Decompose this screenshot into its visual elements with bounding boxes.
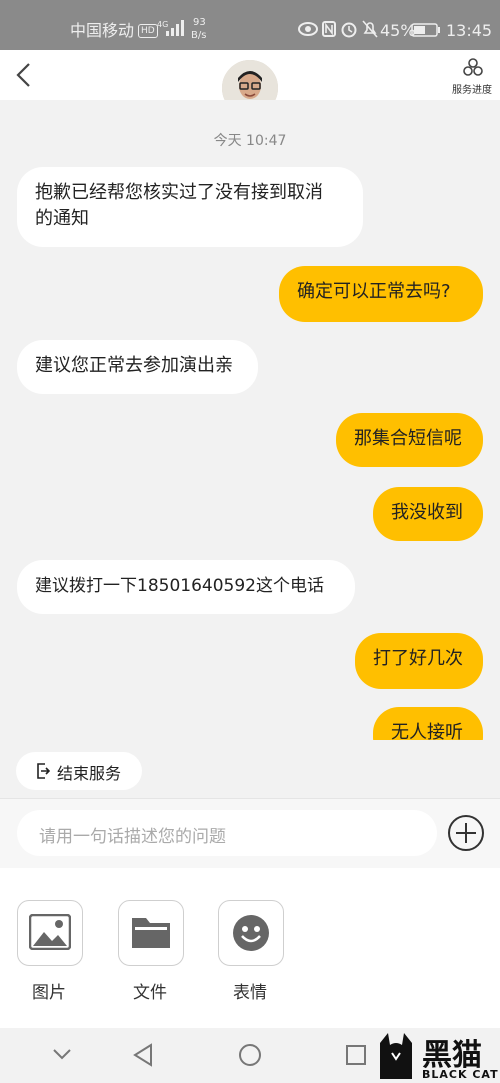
- nav-recents-icon[interactable]: [346, 1045, 366, 1065]
- message-input[interactable]: 请用一句话描述您的问题: [17, 810, 437, 856]
- service-progress-icon[interactable]: [462, 57, 484, 77]
- clock: 13:45: [446, 21, 493, 40]
- alarm-icon: [341, 22, 357, 38]
- watermark: 黑猫 BLACK CAT: [374, 1028, 500, 1083]
- image-icon: [29, 914, 71, 950]
- image-tool-label: 图片: [32, 983, 66, 1003]
- message-bubble-right[interactable]: 打了好几次: [355, 633, 483, 689]
- message-bubble-left[interactable]: 抱歉已经帮您核实过了没有接到取消 的通知: [17, 167, 363, 247]
- plus-button[interactable]: [447, 814, 485, 852]
- folder-icon: [132, 918, 170, 948]
- emoji-icon: [233, 915, 269, 951]
- chat-timestamp: 今天 10:47: [213, 133, 287, 149]
- signal-icon: [166, 20, 184, 36]
- file-tool-button[interactable]: [118, 900, 184, 966]
- service-progress-label[interactable]: 服务进度: [452, 81, 492, 96]
- message-input-placeholder: 请用一句话描述您的问题: [39, 827, 226, 847]
- speed-unit: B/s: [191, 30, 207, 41]
- nav-back-icon[interactable]: [132, 1043, 154, 1067]
- message-bubble-right[interactable]: 我没收到: [373, 487, 483, 541]
- black-cat-logo-icon: [380, 1033, 412, 1079]
- emoji-tool-label: 表情: [233, 983, 267, 1003]
- message-bubble-right[interactable]: 那集合短信呢: [336, 413, 483, 467]
- message-bubble-right[interactable]: 无人接听: [373, 707, 483, 740]
- watermark-en: BLACK CAT: [422, 1068, 499, 1081]
- chat-area[interactable]: 今天 10:47 抱歉已经帮您核实过了没有接到取消 的通知 确定可以正常去吗? …: [0, 100, 500, 740]
- image-tool-button[interactable]: [17, 900, 83, 966]
- file-tool-label: 文件: [133, 983, 167, 1003]
- status-bar: 中国移动 HD 4G 93 B/s 45% 13:45: [0, 0, 500, 50]
- hd-badge: HD: [138, 24, 158, 38]
- end-service-button[interactable]: 结束服务: [16, 752, 142, 790]
- message-bubble-right[interactable]: 确定可以正常去吗?: [279, 266, 483, 322]
- exit-icon: [37, 763, 50, 779]
- chat-header: 服务进度: [0, 50, 500, 118]
- eye-icon: [298, 22, 318, 36]
- nav-home-icon[interactable]: [238, 1043, 262, 1067]
- speed-value: 93: [193, 17, 206, 28]
- end-service-label: 结束服务: [57, 764, 122, 783]
- message-bubble-left[interactable]: 建议您正常去参加演出亲: [17, 340, 258, 394]
- attachment-panel: 图片 文件 表情: [0, 868, 500, 1028]
- nav-down-icon[interactable]: [52, 1048, 72, 1062]
- emoji-tool-button[interactable]: [218, 900, 284, 966]
- mute-bell-icon: [362, 20, 378, 38]
- nfc-icon: [322, 21, 336, 37]
- battery-icon: [411, 23, 440, 37]
- back-button[interactable]: [14, 62, 34, 88]
- carrier-label: 中国移动: [70, 21, 135, 40]
- message-bubble-left[interactable]: 建议拨打一下18501640592这个电话: [17, 560, 355, 614]
